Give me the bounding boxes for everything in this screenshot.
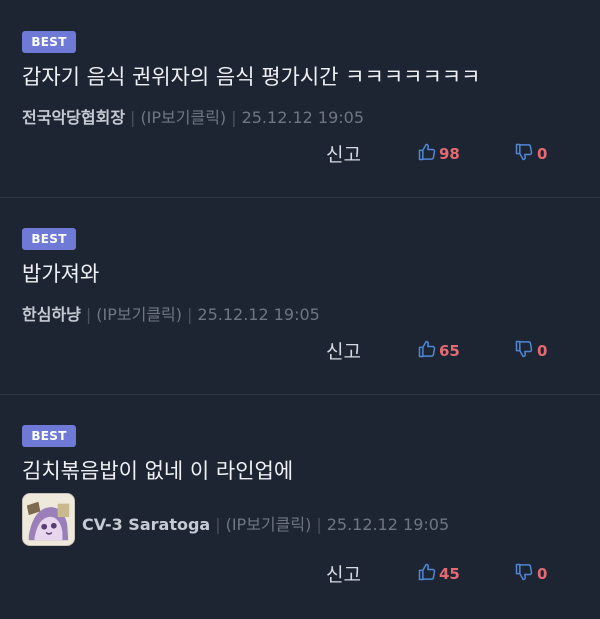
best-badge: BEST	[22, 31, 76, 53]
author-name[interactable]: CV-3 Saratoga	[82, 515, 210, 534]
comment-actions: 신고 65 0	[0, 337, 600, 367]
comment-actions: 신고 98 0	[0, 140, 600, 170]
avatar[interactable]	[22, 493, 75, 546]
comment-text: 밥가져와	[22, 262, 100, 286]
ip-view-link[interactable]: (IP보기클릭)	[96, 305, 182, 324]
report-button[interactable]: 신고	[326, 337, 361, 364]
comment-meta: CV-3 Saratoga | (IP보기클릭) | 25.12.12 19:05	[82, 511, 449, 535]
ip-view-link[interactable]: (IP보기클릭)	[140, 108, 226, 127]
author-name[interactable]: 전국악당협회장	[22, 108, 125, 127]
like-count: 98	[439, 145, 460, 163]
comment-divider	[0, 197, 600, 198]
divider: |	[130, 108, 136, 127]
divider: |	[85, 305, 92, 324]
thumbs-up-icon	[417, 562, 437, 586]
divider: |	[215, 515, 221, 534]
dislike-count: 0	[537, 145, 548, 163]
ip-view-link[interactable]: (IP보기클릭)	[226, 515, 312, 534]
comment-meta: 전국악당협회장 | (IP보기클릭) | 25.12.12 19:05	[22, 104, 364, 128]
author-name[interactable]: 한심하냥	[22, 305, 81, 324]
like-button[interactable]: 45	[417, 562, 460, 586]
like-button[interactable]: 65	[417, 339, 460, 363]
comment-meta: 한심하냥 | (IP보기클릭) | 25.12.12 19:05	[22, 301, 320, 325]
thumbs-down-icon	[514, 142, 534, 166]
report-button[interactable]: 신고	[326, 560, 361, 587]
comment-text: 갑자기 음식 권위자의 음식 평가시간 ㅋㅋㅋㅋㅋㅋㅋ	[22, 65, 481, 89]
dislike-count: 0	[537, 565, 548, 583]
dislike-button[interactable]: 0	[514, 562, 547, 586]
like-button[interactable]: 98	[417, 142, 460, 166]
best-badge: BEST	[22, 425, 76, 447]
comment-text: 김치볶음밥이 없네 이 라인업에	[22, 459, 294, 483]
comment-date: 25.12.12 19:05	[326, 515, 450, 534]
avatar-image	[23, 494, 74, 545]
comment-date: 25.12.12 19:05	[197, 305, 320, 324]
like-count: 65	[439, 342, 460, 360]
thumbs-down-icon	[514, 339, 534, 363]
report-button[interactable]: 신고	[326, 140, 361, 167]
best-badge: BEST	[22, 228, 76, 250]
comment-date: 25.12.12 19:05	[241, 108, 365, 127]
thumbs-up-icon	[417, 142, 437, 166]
comment-divider	[0, 394, 600, 395]
divider: |	[316, 515, 322, 534]
divider: |	[187, 305, 193, 324]
thumbs-down-icon	[514, 562, 534, 586]
dislike-button[interactable]: 0	[514, 339, 547, 363]
dislike-count: 0	[537, 342, 548, 360]
thumbs-up-icon	[417, 339, 437, 363]
like-count: 45	[439, 565, 460, 583]
comment-actions: 신고 45 0	[0, 560, 600, 590]
dislike-button[interactable]: 0	[514, 142, 547, 166]
divider: |	[231, 108, 237, 127]
